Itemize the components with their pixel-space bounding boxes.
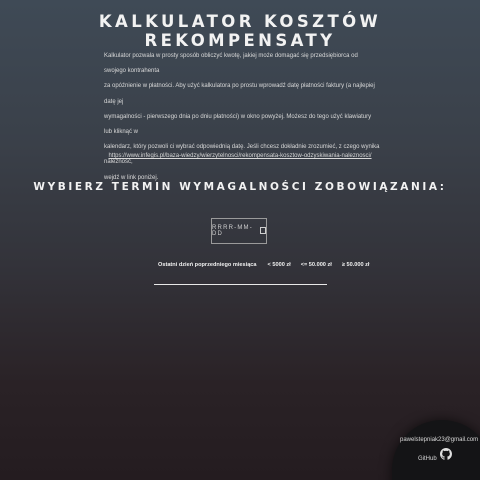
column-header-under-5000: < 5000 zł [267, 262, 291, 268]
author-footer [392, 420, 480, 480]
intro-line: za opóźnienie w płatności. Aby użyć kalk… [104, 83, 375, 105]
results-table-header: Ostatni dzień poprzedniego miesiąca < 50… [154, 262, 369, 285]
intro-line: Kalkulator pozwala w prosty sposób oblic… [104, 53, 358, 75]
column-header-last-day: Ostatni dzień poprzedniego miesiąca [158, 262, 257, 268]
date-input[interactable]: RRRR-MM-DD [211, 218, 267, 244]
page: KALKULATOR KOSZTÓW REKOMPENSATY Kalkulat… [0, 0, 480, 480]
column-header-over-50000: ≥ 50.000 zł [341, 262, 370, 268]
column-header-under-50000: <= 50.000 zł [300, 262, 332, 268]
info-link[interactable]: https://www.infegis.pl/baza-wiedzy/wierz… [0, 153, 480, 159]
author-email[interactable]: pawelstepniak23@gmail.com [400, 437, 478, 443]
github-icon[interactable] [440, 448, 452, 460]
date-placeholder: RRRR-MM-DD [212, 225, 253, 237]
date-section-heading: WYBIERZ TERMIN WYMAGALNOŚCI ZOBOWIĄZANIA… [33, 181, 447, 193]
github-link[interactable]: GitHub [418, 456, 437, 462]
intro-line: wymagalności - pierwszego dnia po dniu p… [104, 113, 372, 136]
calendar-icon[interactable] [259, 226, 266, 234]
intro-description: Kalkulator pozwala w prosty sposób oblic… [104, 49, 380, 186]
page-title: KALKULATOR KOSZTÓW REKOMPENSATY [98, 12, 382, 50]
